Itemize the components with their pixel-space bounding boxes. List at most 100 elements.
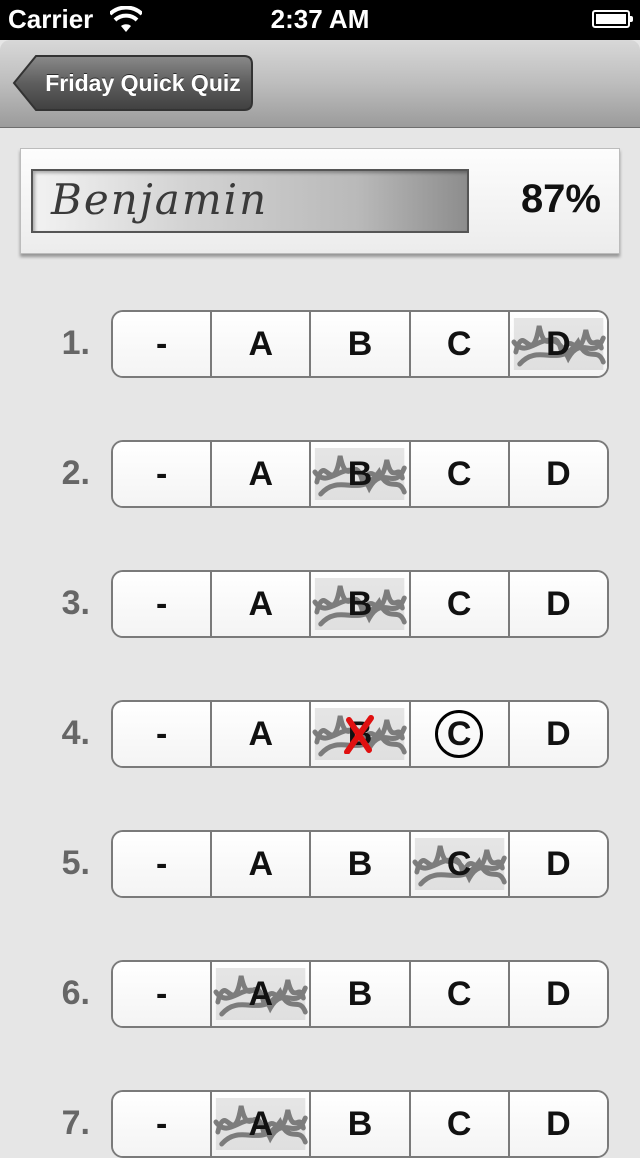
answer-option[interactable]: - [113,962,213,1026]
answer-option[interactable]: B [311,1092,411,1156]
answer-option[interactable]: D [509,832,607,896]
answer-option[interactable]: C [410,442,510,506]
answer-option[interactable]: B [311,572,411,636]
answer-option[interactable]: A [212,312,312,376]
answer-option[interactable]: D [509,312,607,376]
answer-option-label: - [155,324,168,363]
answer-option-label: - [155,714,168,753]
answer-option-label: A [248,324,274,363]
answer-option-label: C [446,974,472,1013]
question-number: 1. [61,324,90,362]
answer-option[interactable]: - [113,312,213,376]
answer-option-label: - [155,1104,168,1143]
answer-option[interactable]: A [212,442,312,506]
answer-option[interactable]: D [509,442,607,506]
question-row: 3. - A B C D [0,570,640,638]
answer-option[interactable]: - [113,1092,213,1156]
answer-option-label: - [155,454,168,493]
answer-options: -ABCD [111,1090,609,1158]
answer-option[interactable]: A [212,572,312,636]
answer-option-label: B [347,1104,373,1143]
answer-option[interactable]: A [212,1092,312,1156]
back-button[interactable]: Friday Quick Quiz [12,54,254,112]
answer-option[interactable]: A [212,832,312,896]
answer-option-label: C [446,324,472,363]
answer-option-label: B [347,324,373,363]
question-number: 5. [61,844,90,882]
answer-option[interactable]: C [410,312,510,376]
answer-option-label: D [546,584,571,623]
answer-option-label: B [347,974,373,1013]
answer-option-label: C [446,454,472,493]
question-row: 1. - A B C D [0,310,640,378]
question-number: 4. [61,714,90,752]
battery-icon [592,10,633,28]
student-name-field[interactable]: Benjamin [31,169,469,233]
answer-option[interactable]: D [509,702,607,766]
question-row: 5. - A B C D [0,830,640,898]
answer-option-label: A [248,454,274,493]
answer-option-label: A [248,974,274,1013]
answer-option-label: D [546,844,571,883]
answer-option-label: B [347,584,373,623]
answer-option[interactable]: - [113,832,213,896]
answer-option[interactable]: C [410,1092,510,1156]
status-bar: Carrier 2:37 AM [0,0,640,40]
answer-option[interactable]: A [212,962,312,1026]
back-button-label: Friday Quick Quiz [45,70,241,96]
answer-option[interactable]: C [410,962,510,1026]
correct-answer-circle-icon [435,710,484,758]
answer-option[interactable]: C [410,832,510,896]
score-percentage: 87% [520,177,601,221]
student-panel: Benjamin 87% [20,148,620,254]
answer-options: -ABCD [111,960,609,1028]
answer-option-label: D [546,974,571,1013]
question-row: 7. - A B C D [0,1090,640,1158]
answer-option[interactable]: C [410,572,510,636]
question-number: 6. [61,974,90,1012]
answer-option-label: D [546,714,571,753]
answer-option[interactable]: B [311,832,411,896]
wrong-answer-x-icon [344,715,375,754]
answer-options: - ABCD [111,700,609,768]
answer-option-label: A [248,584,274,623]
answer-option-label: D [546,324,571,363]
answer-option[interactable]: - [113,702,213,766]
answer-option-label: B [347,454,373,493]
answer-option-label: - [155,974,168,1013]
answer-option-label: - [155,844,168,883]
clock: 2:37 AM [270,4,370,34]
answer-options: -ABCD [111,440,609,508]
answer-option[interactable]: B [311,962,411,1026]
answer-option[interactable]: B [311,702,411,766]
answer-option-label: C [446,1104,472,1143]
answer-option-label: D [546,454,571,493]
question-number: 7. [61,1104,90,1142]
answer-option[interactable]: D [509,962,607,1026]
answer-option-label: C [446,844,472,883]
answer-option[interactable]: - [113,572,213,636]
answer-option-label: D [546,1104,571,1143]
answer-option[interactable]: B [311,312,411,376]
answer-option-label: A [248,844,274,883]
answer-option[interactable]: C [410,702,510,766]
question-row: 6. - A B C D [0,960,640,1028]
answer-option[interactable]: - [113,442,213,506]
question-number: 2. [61,454,90,492]
answer-option[interactable]: D [509,572,607,636]
answer-option-label: B [347,844,373,883]
answer-option-label: A [248,714,274,753]
answer-options: -ABCD [111,830,609,898]
question-row: 2. - A B C D [0,440,640,508]
answer-option-label: A [248,1104,274,1143]
answer-option[interactable]: D [509,1092,607,1156]
navigation-bar: Friday Quick Quiz [0,40,640,128]
answer-option-label: - [155,584,168,623]
answer-option-label: C [446,584,472,623]
answer-option[interactable]: A [212,702,312,766]
question-row: 4. - ABCD [0,700,640,768]
answer-option[interactable]: B [311,442,411,506]
question-number: 3. [61,584,90,622]
answer-options: -ABCD [111,570,609,638]
student-name: Benjamin [51,175,269,224]
